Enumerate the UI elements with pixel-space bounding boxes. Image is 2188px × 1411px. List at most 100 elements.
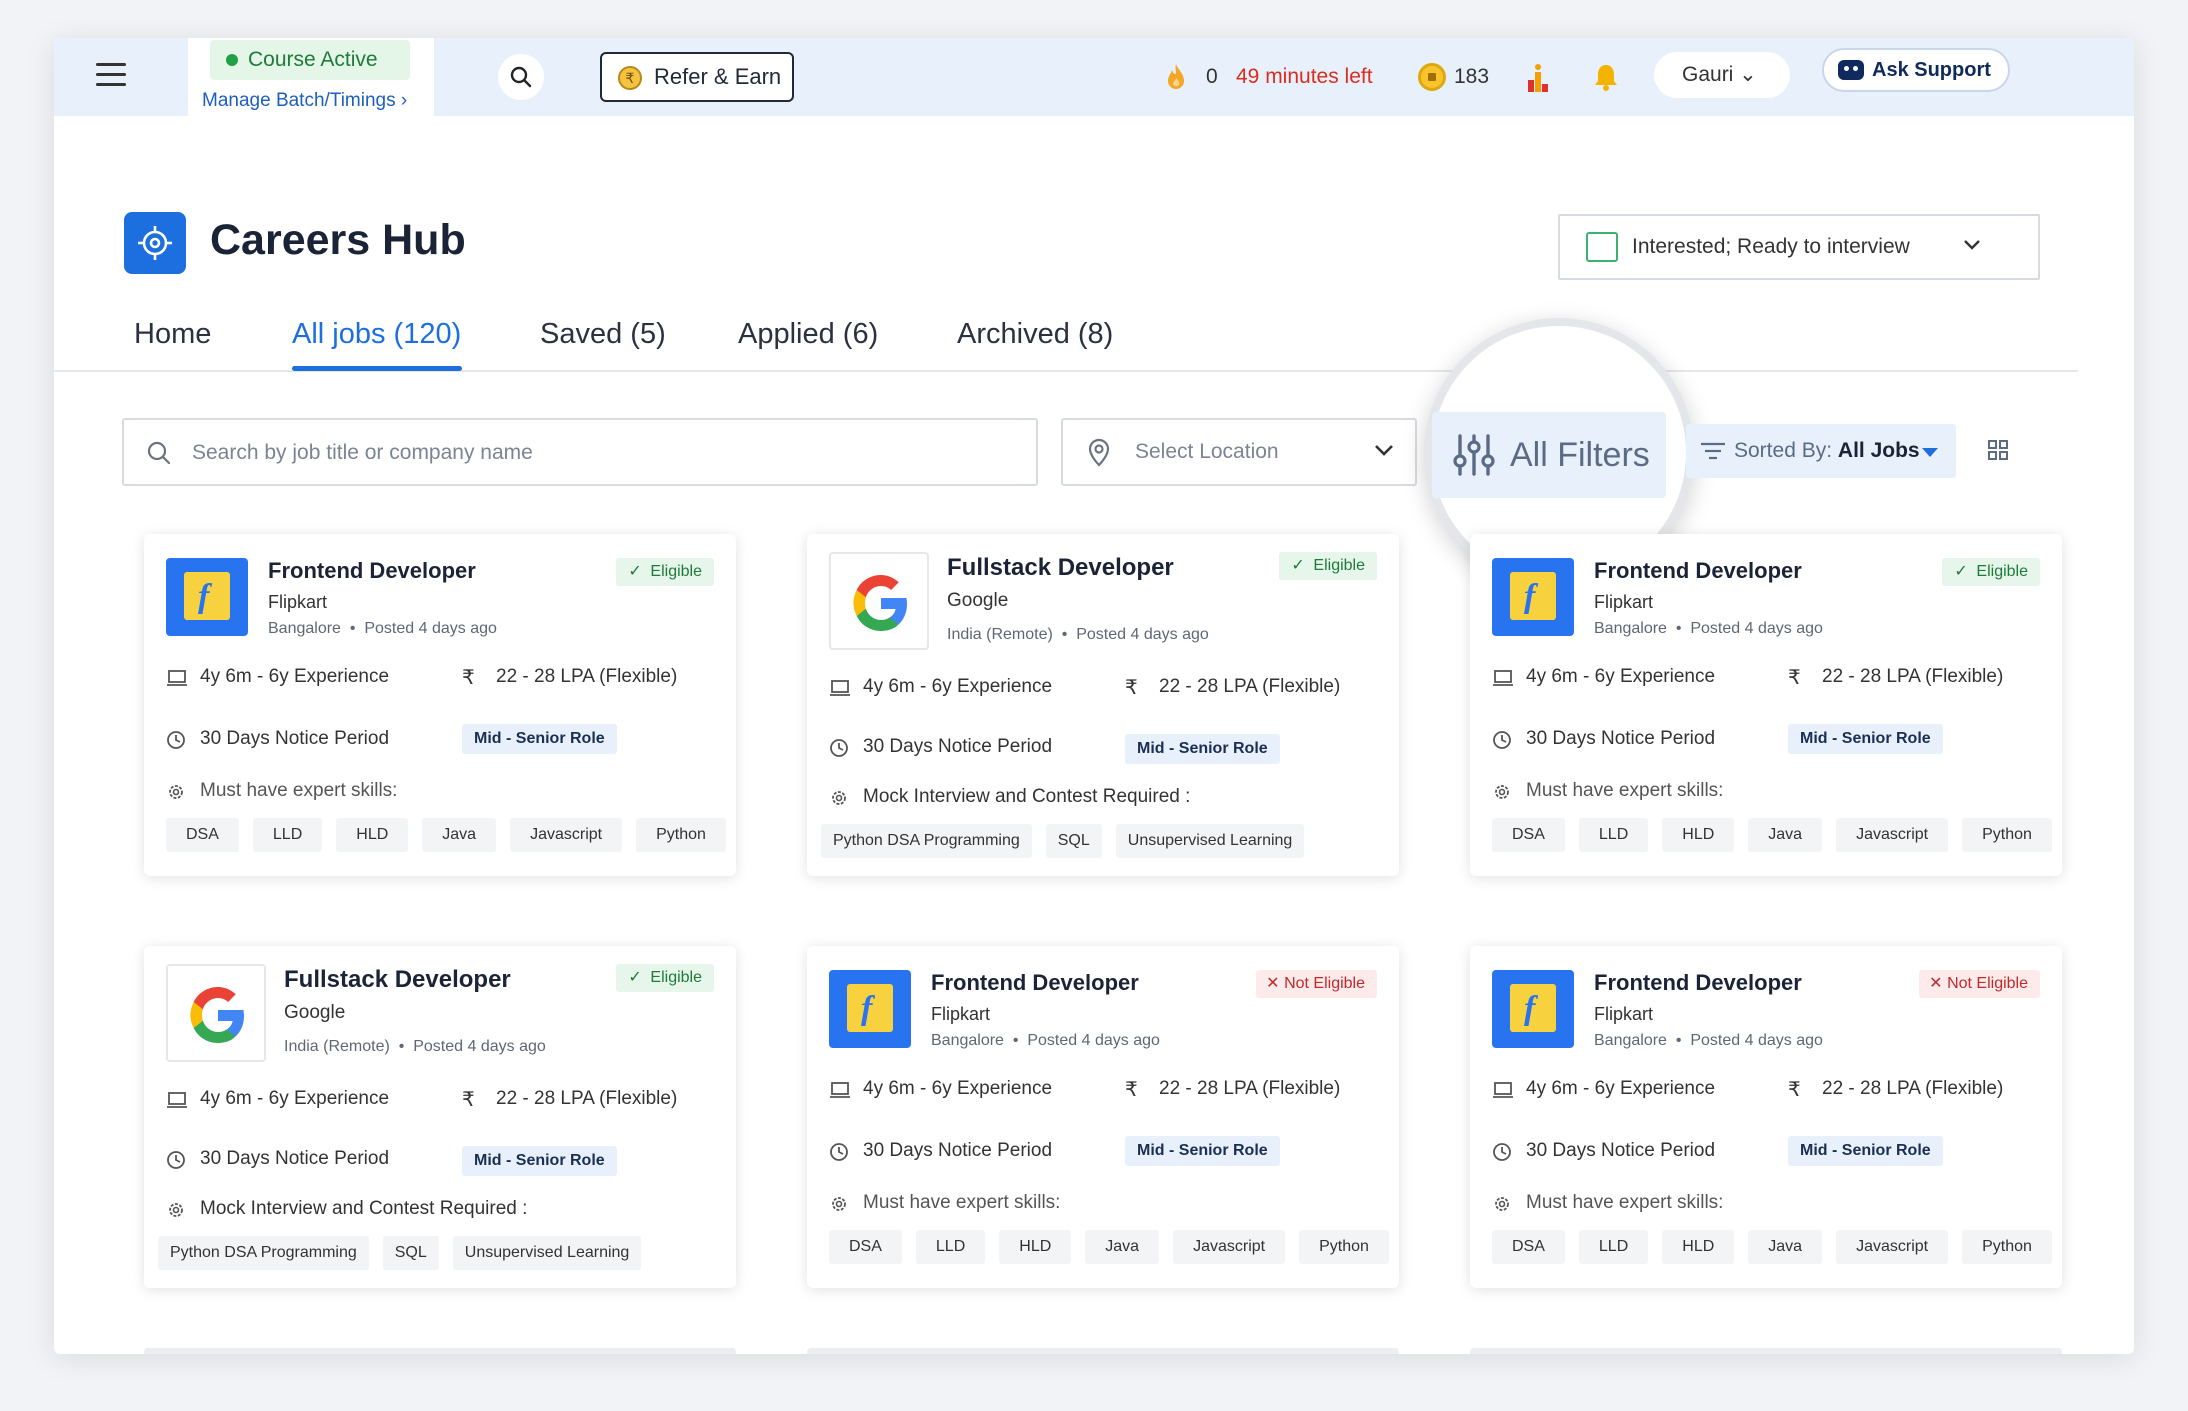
flipkart-logo [166, 558, 248, 636]
fire-streak-icon [1168, 64, 1184, 89]
skill-tag: LLD [915, 1230, 986, 1264]
laptop-icon [167, 1092, 187, 1108]
eligibility-badge: Eligible [616, 558, 714, 586]
skill-tag: HLD [1662, 1230, 1735, 1264]
posted-date: Posted 4 days ago [364, 620, 497, 637]
user-menu[interactable]: Gauri ⌄ [1654, 52, 1790, 98]
skills-label: Must have expert skills: [829, 1192, 1060, 1214]
search-button[interactable] [498, 54, 544, 100]
time-left-text: 49 minutes left [1236, 65, 1373, 88]
job-card[interactable]: Fullstack Developer Google India (Remote… [144, 946, 736, 1288]
gear-icon [832, 791, 846, 805]
job-card[interactable]: Frontend Developer Flipkart Bangalore • … [1470, 534, 2062, 876]
ask-support-button[interactable]: Ask Support [1822, 48, 2010, 92]
caret-down-icon [1922, 448, 1938, 457]
grid-view-icon[interactable] [1986, 438, 2010, 462]
skills-list: DSA LLD HLD Java Javascript Python [1492, 818, 2052, 852]
tab-home[interactable]: Home [134, 318, 211, 351]
sort-value: All Jobs [1837, 439, 1920, 462]
skills-label: Mock Interview and Contest Required : [166, 1198, 527, 1220]
location-dropdown[interactable]: Select Location [1061, 418, 1417, 486]
company-name: Google [947, 590, 1009, 611]
app-window: Course Active Manage Batch/Timings › ₹ Re… [54, 38, 2134, 1354]
job-card[interactable]: Frontend Developer Flipkart Bangalore • … [807, 946, 1399, 1288]
skill-tag: HLD [1662, 818, 1735, 852]
all-filters-button[interactable]: All Filters [1432, 412, 1666, 498]
tab-archived[interactable]: Archived (8) [957, 318, 1113, 351]
next-card-edge [144, 1348, 736, 1354]
posted-date: Posted 4 days ago [1076, 626, 1209, 643]
skill-tag: Unsupervised Learning [1115, 824, 1305, 858]
skill-tag: LLD [252, 818, 323, 852]
rupee-icon: ₹ [1125, 1079, 1138, 1101]
gear-icon [169, 1203, 183, 1217]
job-search-input[interactable] [192, 436, 992, 470]
notice-row: 30 Days Notice Period [829, 736, 1052, 758]
company-name: Google [284, 1002, 346, 1023]
careers-hub-icon [124, 212, 186, 274]
refer-earn-label: Refer & Earn [654, 64, 782, 89]
support-bot-icon [1838, 60, 1864, 80]
rupee-icon: ₹ [462, 667, 475, 689]
job-status-dropdown[interactable]: Interested; Ready to interview [1558, 214, 2040, 280]
gear-icon [1495, 785, 1509, 799]
skill-tag: DSA [1492, 818, 1565, 852]
leaderboard-icon[interactable] [1526, 62, 1550, 94]
skill-tag: Javascript [1836, 1230, 1949, 1264]
salary-row: ₹22 - 28 LPA (Flexible) [1125, 1078, 1341, 1101]
role-badge: Mid - Senior Role [1125, 734, 1280, 764]
skill-tag: DSA [829, 1230, 902, 1264]
skill-tag: Javascript [1836, 818, 1949, 852]
salary-row: ₹22 - 28 LPA (Flexible) [462, 1088, 678, 1111]
skill-tag: HLD [336, 818, 409, 852]
job-title: Frontend Developer [931, 970, 1139, 995]
sort-label: Sorted By: [1734, 439, 1833, 462]
next-card-edge [1470, 1348, 2062, 1354]
job-card[interactable]: Frontend Developer Flipkart Bangalore • … [144, 534, 736, 876]
job-card[interactable]: Frontend Developer Flipkart Bangalore • … [1470, 946, 2062, 1288]
skills-label: Must have expert skills: [1492, 780, 1723, 802]
role-badge: Mid - Senior Role [1788, 724, 1943, 754]
rupee-icon: ₹ [1788, 667, 1801, 689]
job-card[interactable]: Fullstack Developer Google India (Remote… [807, 534, 1399, 876]
top-bar: Course Active Manage Batch/Timings › ₹ Re… [54, 38, 2134, 116]
flipkart-logo [1492, 970, 1574, 1048]
eligibility-badge: Eligible [616, 964, 714, 992]
salary-row: ₹22 - 28 LPA (Flexible) [462, 666, 678, 689]
clock-icon [167, 731, 185, 749]
company-name: Flipkart [931, 1004, 991, 1024]
experience-row: 4y 6m - 6y Experience [166, 1088, 389, 1110]
skill-tag: Javascript [510, 818, 623, 852]
tab-all-jobs[interactable]: All jobs (120) [292, 318, 461, 351]
hamburger-menu-icon[interactable] [96, 63, 126, 89]
skill-tag: LLD [1578, 1230, 1649, 1264]
refer-earn-button[interactable]: ₹ Refer & Earn [600, 52, 794, 102]
job-location: India (Remote) [284, 1038, 390, 1055]
job-meta: Bangalore • Posted 4 days ago [1594, 620, 1823, 637]
gear-icon [1495, 1197, 1509, 1211]
skill-tag: DSA [1492, 1230, 1565, 1264]
laptop-icon [1493, 670, 1513, 686]
sort-dropdown[interactable]: Sorted By: All Jobs [1686, 424, 1956, 478]
laptop-icon [830, 680, 850, 696]
job-search-field[interactable] [122, 418, 1038, 486]
experience-row: 4y 6m - 6y Experience [1492, 1078, 1715, 1100]
skills-list: DSA LLD HLD Java Javascript Python [1492, 1230, 2052, 1264]
active-tab-indicator [292, 366, 462, 371]
manage-batch-link[interactable]: Manage Batch/Timings › [202, 90, 407, 112]
tab-saved[interactable]: Saved (5) [540, 318, 666, 351]
posted-date: Posted 4 days ago [413, 1038, 546, 1055]
sliders-icon [1453, 434, 1495, 476]
clock-icon [1493, 1143, 1511, 1161]
job-meta: Bangalore • Posted 4 days ago [1594, 1032, 1823, 1049]
gear-icon [832, 1197, 846, 1211]
tab-applied[interactable]: Applied (6) [738, 318, 878, 351]
clock-icon [830, 739, 848, 757]
skill-tag: Java [1748, 818, 1823, 852]
job-meta: India (Remote) • Posted 4 days ago [284, 1038, 546, 1055]
posted-date: Posted 4 days ago [1690, 1032, 1823, 1049]
skill-tag: Python [1962, 818, 2052, 852]
job-meta: Bangalore • Posted 4 days ago [268, 620, 497, 637]
role-badge: Mid - Senior Role [462, 724, 617, 754]
notification-bell-icon[interactable] [1592, 62, 1620, 92]
